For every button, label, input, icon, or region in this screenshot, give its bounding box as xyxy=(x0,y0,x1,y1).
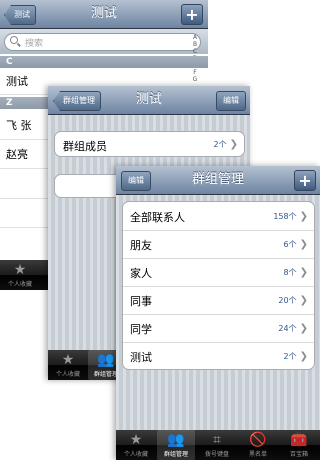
group-count: 158个 ❯ xyxy=(273,211,308,222)
tab-groups[interactable]: 👥 群组管理 xyxy=(157,430,195,460)
group-label: 全部联系人 xyxy=(130,211,185,224)
group-count: 2个 ❯ xyxy=(283,351,308,362)
group-label: 家人 xyxy=(130,267,152,280)
tab-toolbox[interactable]: 🧰 百宝箱 xyxy=(280,430,318,460)
tab-label: 个人收藏 xyxy=(7,281,32,288)
list-item[interactable]: 朋友 6个 ❯ xyxy=(123,230,314,259)
search-input[interactable]: 搜索 xyxy=(4,33,201,51)
section-header: C xyxy=(0,56,208,68)
list-item[interactable]: 同事 20个 ❯ xyxy=(123,286,314,315)
groups-list: 全部联系人 158个 ❯ 朋友 6个 ❯ 家人 8个 ❯ 同事 20个 ❯ 同学 24个… xyxy=(122,201,315,370)
group-management-navbar: 编辑 群组管理 + xyxy=(116,166,320,195)
toolbox-icon: 🧰 xyxy=(290,432,308,448)
members-label: 群组成员 xyxy=(63,140,107,153)
group-label: 同事 xyxy=(130,295,152,308)
tab-label: 个人收藏 xyxy=(123,451,148,458)
search-bar: 搜索 xyxy=(0,29,208,54)
chevron-right-icon: ❯ xyxy=(229,139,238,150)
tab-label: 黑名单 xyxy=(248,451,267,458)
star-icon: ★ xyxy=(129,432,143,448)
index-letter[interactable]: A xyxy=(188,34,202,41)
group-count: 20个 ❯ xyxy=(278,295,308,306)
tab-label: 个人收藏 xyxy=(55,371,80,378)
people-icon: 👥 xyxy=(167,432,185,448)
tab-favorites[interactable]: ★ 个人收藏 xyxy=(2,260,38,290)
edit-button[interactable]: 编辑 xyxy=(216,91,246,111)
list-item[interactable]: 测试 2个 ❯ xyxy=(123,342,314,369)
list-item[interactable]: 同学 24个 ❯ xyxy=(123,314,314,343)
chevron-right-icon: ❯ xyxy=(299,211,308,222)
tab-label: 群组管理 xyxy=(163,451,188,458)
group-count: 6个 ❯ xyxy=(283,239,308,250)
list-item[interactable]: 家人 8个 ❯ xyxy=(123,258,314,287)
add-contact-button[interactable]: + xyxy=(181,4,203,25)
search-placeholder: 搜索 xyxy=(25,39,44,49)
keypad-icon: ⌗ xyxy=(213,432,221,448)
tab-label: 百宝箱 xyxy=(289,451,308,458)
search-icon-handle xyxy=(17,42,21,47)
group-management-screen: 编辑 群组管理 + 全部联系人 158个 ❯ 朋友 6个 ❯ 家人 8个 ❯ 同事 2… xyxy=(116,166,320,460)
tab-blacklist[interactable]: 🚫 黑名单 xyxy=(239,430,277,460)
group-detail-navbar: 群组管理 测试 编辑 xyxy=(48,86,250,115)
chevron-right-icon: ❯ xyxy=(299,295,308,306)
contacts-navbar: 测试 测试 + xyxy=(0,0,208,29)
group-count: 8个 ❯ xyxy=(283,267,308,278)
tab-favorites[interactable]: ★ 个人收藏 xyxy=(50,350,86,380)
page-title: 群组管理 xyxy=(191,172,244,187)
group-label: 朋友 xyxy=(130,239,152,252)
members-count: 2个 ❯ xyxy=(213,139,238,150)
tab-bar: ★ 个人收藏 👥 群组管理 ⌗ 拨号键盘 🚫 黑名单 🧰 百宝箱 xyxy=(116,430,320,460)
star-icon: ★ xyxy=(13,262,27,278)
tab-favorites[interactable]: ★ 个人收藏 xyxy=(117,430,155,460)
tab-dialpad[interactable]: ⌗ 拨号键盘 xyxy=(198,430,236,460)
chevron-right-icon: ❯ xyxy=(299,323,308,334)
group-count: 24个 ❯ xyxy=(278,323,308,334)
tab-label: 拨号键盘 xyxy=(204,451,229,458)
page-title: 测试 xyxy=(90,6,117,21)
add-group-button[interactable]: + xyxy=(294,170,316,191)
star-icon: ★ xyxy=(61,352,75,368)
index-letter[interactable]: B xyxy=(188,41,202,48)
tab-label: 群组管理 xyxy=(93,371,118,378)
group-label: 同学 xyxy=(130,323,152,336)
chevron-right-icon: ❯ xyxy=(299,267,308,278)
blocked-user-icon: 🚫 xyxy=(249,432,267,448)
members-row[interactable]: 群组成员 2个 ❯ xyxy=(54,131,245,157)
index-letter[interactable]: C xyxy=(188,48,202,55)
group-label: 测试 xyxy=(130,351,152,364)
chevron-right-icon: ❯ xyxy=(299,239,308,250)
chevron-right-icon: ❯ xyxy=(299,351,308,362)
list-item[interactable]: 全部联系人 158个 ❯ xyxy=(123,202,314,231)
